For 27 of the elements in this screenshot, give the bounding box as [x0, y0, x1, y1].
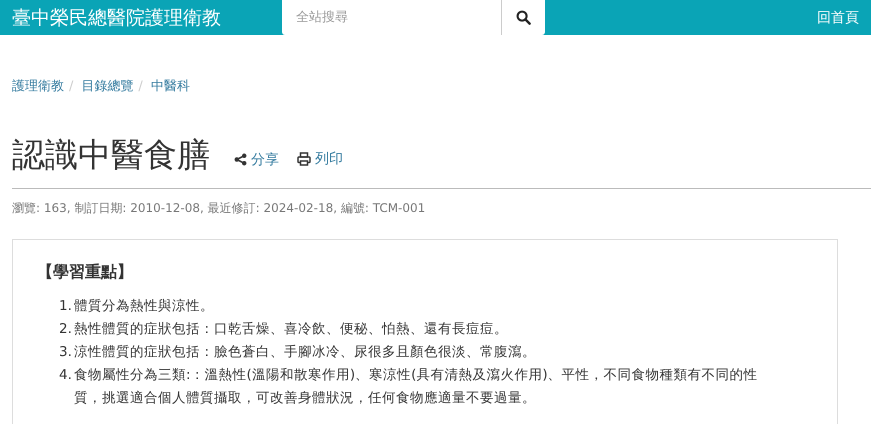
share-icon: [234, 153, 247, 166]
breadcrumb-separator: /: [138, 78, 143, 94]
breadcrumb-link[interactable]: 目錄總覽: [81, 77, 134, 95]
list-item-text: 體質分為熱性與涼性。: [74, 297, 215, 316]
share-link[interactable]: 分享: [234, 150, 279, 168]
breadcrumb-link[interactable]: 中醫科: [150, 77, 190, 95]
list-number: 3.: [59, 343, 73, 362]
list-number: 2.: [59, 320, 73, 339]
list-item-text: 涼性體質的症狀包括：臉色蒼白、手腳冰冷、尿很多且顏色很淡、常腹瀉。: [74, 343, 537, 362]
list-item-text: 食物屬性分為三類:：溫熱性(溫陽和散寒作用)、寒涼性(具有清熱及瀉火作用)、平性，不同食物種類有不同的性質，挑選適合個人體質攝取，可改善身體狀況，任何食物應適量不要過量。: [74, 366, 759, 408]
search-button[interactable]: [501, 0, 545, 35]
search-icon: [516, 10, 531, 25]
section-heading: 【學習重點】: [37, 262, 134, 283]
share-label: 分享: [251, 150, 279, 168]
article-meta: 瀏覽: 163, 制訂日期: 2010-12-08, 最近修訂: 2024-02-18, 編號: TCM-001: [12, 200, 426, 217]
breadcrumb-link[interactable]: 護理衛教: [12, 77, 64, 95]
print-label: 列印: [315, 150, 343, 168]
list-item-text: 熱性體質的症狀包括：口乾舌燥、喜冷飲、便秘、怕熱、還有長痘痘。: [74, 320, 509, 339]
list-number: 4.: [59, 366, 73, 385]
home-link[interactable]: 回首頁: [817, 8, 859, 26]
search-field[interactable]: 全站搜尋: [282, 0, 501, 35]
printer-icon: [297, 152, 311, 166]
breadcrumb-separator: /: [69, 78, 74, 94]
site-title[interactable]: 臺中榮民總醫院護理衛教: [12, 4, 282, 30]
print-link[interactable]: 列印: [297, 150, 343, 168]
page-title: 認識中醫食膳: [12, 134, 210, 176]
list-number: 1.: [59, 297, 73, 316]
